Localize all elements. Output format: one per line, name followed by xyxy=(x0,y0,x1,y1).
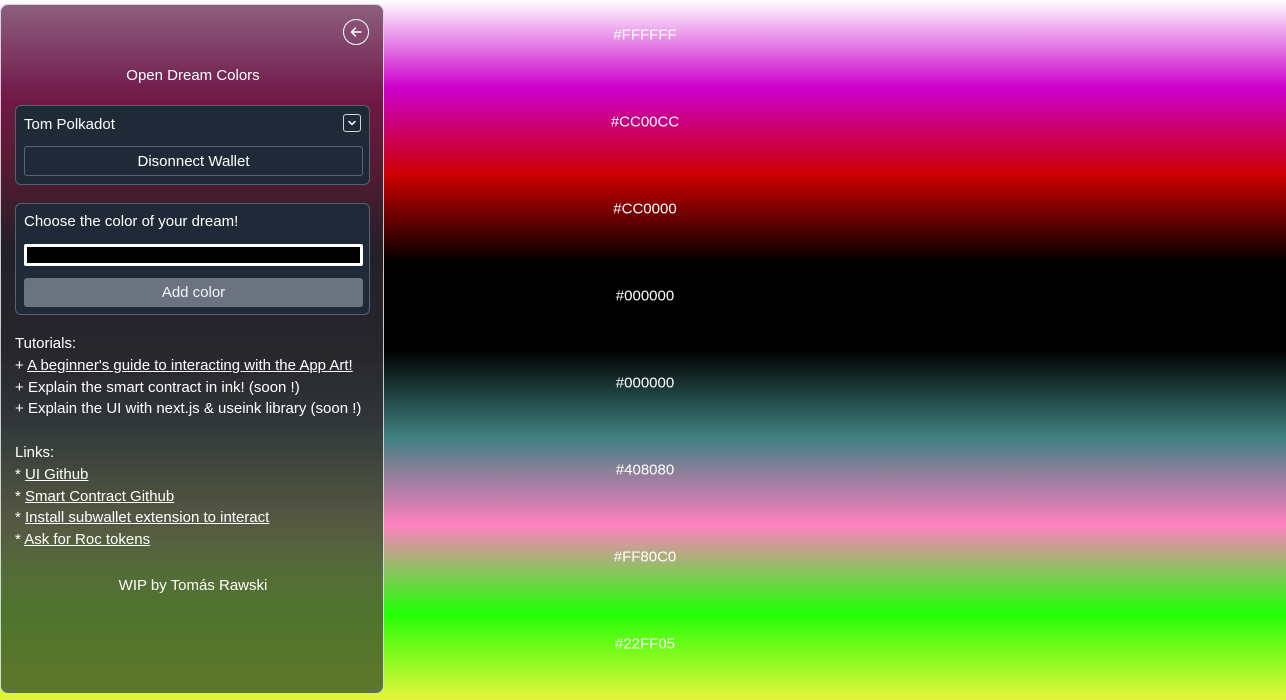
smart-contract-github-link[interactable]: Smart Contract Github xyxy=(25,488,174,505)
collapse-sidebar-button[interactable] xyxy=(343,19,369,45)
tutorial-item: + A beginner's guide to interacting with… xyxy=(15,356,353,374)
sidebar-panel: Open Dream Colors Tom Polkadot Disonnect… xyxy=(0,4,384,694)
color-label: #408080 xyxy=(615,461,675,479)
app-title: Open Dream Colors xyxy=(126,67,260,84)
beginners-guide-link[interactable]: A beginner's guide to interacting with t… xyxy=(27,357,353,374)
arrow-left-icon xyxy=(349,25,363,39)
link-item: * UI Github xyxy=(15,465,89,483)
color-label: #CC0000 xyxy=(613,200,677,218)
color-stripe-labels: #FFFFFF #CC00CC #CC0000 #000000 #000000 … xyxy=(386,0,904,700)
tutorials-section: Tutorials: + A beginner's guide to inter… xyxy=(15,333,380,420)
links-heading: Links: xyxy=(15,444,55,461)
color-label: #CC00CC xyxy=(610,113,680,131)
account-dropdown-button[interactable] xyxy=(343,114,361,132)
color-input[interactable] xyxy=(24,244,363,266)
roc-tokens-link[interactable]: Ask for Roc tokens xyxy=(24,531,150,548)
color-label: #000000 xyxy=(615,287,675,305)
tutorial-item: + Explain the smart contract in ink! (so… xyxy=(15,378,300,396)
color-label: #22FF05 xyxy=(614,635,676,653)
link-item: * Install subwallet extension to interac… xyxy=(15,509,270,527)
link-item: * Smart Contract Github xyxy=(15,487,175,505)
color-label: #000000 xyxy=(615,374,675,392)
wallet-card: Tom Polkadot Disonnect Wallet xyxy=(15,105,370,185)
color-form-card: Choose the color of your dream! Add colo… xyxy=(15,203,370,315)
footer-credit: WIP by Tomás Rawski xyxy=(118,577,268,594)
chevron-down-icon xyxy=(347,118,357,128)
color-prompt-label: Choose the color of your dream! xyxy=(24,213,239,230)
link-item: * Ask for Roc tokens xyxy=(15,531,151,549)
subwallet-extension-link[interactable]: Install subwallet extension to interact xyxy=(25,509,269,526)
disconnect-wallet-button[interactable]: Disonnect Wallet xyxy=(24,146,363,176)
add-color-button[interactable]: Add color xyxy=(24,278,363,307)
color-label: #FF80C0 xyxy=(613,548,677,566)
links-section: Links: * UI Github * Smart Contract Gith… xyxy=(15,442,380,551)
color-label: #FFFFFF xyxy=(613,26,677,44)
tutorial-item: + Explain the UI with next.js & useink l… xyxy=(15,400,362,418)
account-name: Tom Polkadot xyxy=(24,116,115,133)
ui-github-link[interactable]: UI Github xyxy=(25,466,88,483)
tutorials-heading: Tutorials: xyxy=(15,335,77,352)
